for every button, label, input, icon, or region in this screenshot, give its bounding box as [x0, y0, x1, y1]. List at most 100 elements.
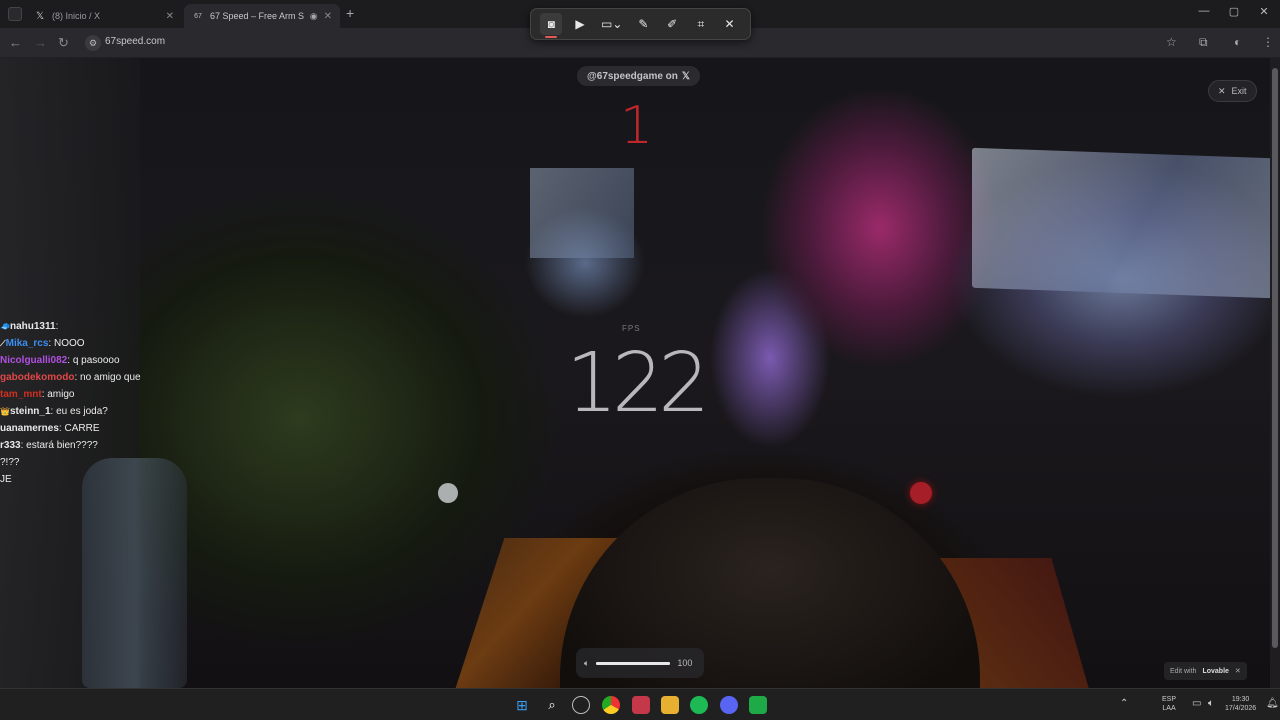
- app-icon[interactable]: [572, 696, 590, 714]
- chat-text: eu es joda?: [56, 406, 108, 417]
- audio-playing-icon[interactable]: ◉: [310, 11, 318, 22]
- date-text: 17/4/2026: [1225, 705, 1257, 712]
- screenshot-icon[interactable]: ◙: [540, 13, 563, 38]
- chat-text: no amigo que: [80, 372, 141, 383]
- video-icon[interactable]: ▶: [569, 13, 591, 35]
- maximize-icon[interactable]: ▢: [1224, 5, 1244, 18]
- file-explorer-icon[interactable]: [661, 696, 679, 714]
- language-text: ESP: [1162, 696, 1177, 703]
- chat-text: amigo: [47, 389, 75, 400]
- chat-message: tam_mnt: amigo: [0, 386, 200, 403]
- spotify-icon[interactable]: [690, 696, 708, 714]
- background-white-light: [438, 483, 458, 503]
- x-logo-icon: 𝕏: [35, 10, 45, 22]
- chat-message: ⟋Mika_rcs: NOOO: [0, 335, 200, 352]
- volume-fill: [596, 661, 671, 665]
- chat-username[interactable]: Mika_rcs: [6, 338, 49, 349]
- back-arrow-icon[interactable]: ←: [9, 35, 22, 50]
- close-window-icon[interactable]: ✕: [1254, 5, 1274, 18]
- volume-icon[interactable]: 🔈︎: [1208, 699, 1214, 709]
- text-extract-icon[interactable]: ⌗: [690, 13, 712, 35]
- close-icon[interactable]: ✕: [1235, 667, 1241, 675]
- menu-icon[interactable]: ⋮: [1262, 35, 1274, 49]
- site-info-icon[interactable]: ⚙: [85, 35, 101, 51]
- store-app-icon[interactable]: [632, 696, 650, 714]
- chat-text: CARRE: [64, 423, 100, 434]
- chat-badge-icon: 👑: [0, 407, 10, 416]
- chevron-up-icon[interactable]: ⌃: [1120, 699, 1128, 709]
- reload-icon[interactable]: ↻: [58, 35, 69, 51]
- chat-text: estará bien????: [26, 440, 98, 451]
- extensions-icon[interactable]: ⧉: [1199, 35, 1208, 50]
- chat-username[interactable]: Nicolgualli082: [0, 355, 67, 366]
- chat-message: 👑steinn_1: eu es joda?: [0, 403, 200, 420]
- tab-label: (8) Inicio / X: [52, 11, 101, 21]
- fps-label: FPS: [622, 324, 641, 333]
- bookmark-star-icon[interactable]: ☆: [1166, 35, 1177, 49]
- page-scrollbar[interactable]: [1270, 58, 1280, 688]
- chat-message: uanamernes: CARRE: [0, 420, 200, 437]
- scrollbar-thumb[interactable]: [1272, 68, 1278, 648]
- background-monitor-right: [972, 147, 1270, 299]
- site-favicon-icon: 67: [194, 12, 202, 20]
- chat-username[interactable]: gabodekomodo: [0, 372, 74, 383]
- notification-bell-icon[interactable]: 🔔︎: [1266, 699, 1279, 709]
- profile-avatar[interactable]: ◐: [1234, 35, 1241, 49]
- chat-text: q pasoooo: [72, 355, 120, 366]
- forward-arrow-icon[interactable]: →: [34, 35, 47, 50]
- url-text: 67speed.com: [105, 36, 166, 47]
- layout-text: LAA: [1162, 705, 1176, 712]
- exit-label: Exit: [1231, 86, 1247, 96]
- new-tab-button[interactable]: +: [346, 5, 354, 21]
- chat-username[interactable]: uanamernes: [0, 423, 59, 434]
- background-bottle: [82, 458, 187, 688]
- speaker-icon[interactable]: 🔈︎: [584, 658, 589, 669]
- chat-username[interactable]: tam_mnt: [0, 389, 42, 400]
- social-handle-link[interactable]: @67speedgame on 𝕏: [577, 66, 700, 86]
- chat-message: gabodekomodo: no amigo que: [0, 369, 200, 386]
- tab-67speed[interactable]: 67 67 Speed – Free Arm Speed ◉ ✕: [184, 4, 340, 28]
- green-app-icon[interactable]: [749, 696, 767, 714]
- close-icon[interactable]: ✕: [719, 13, 741, 35]
- fps-value: 122: [565, 336, 711, 431]
- game-viewport: @67speedgame on 𝕏 ✕ Exit 1 FPS 122 🧢nahu…: [0, 58, 1270, 688]
- chat-message: ?!??: [0, 454, 200, 471]
- background-red-light: [910, 482, 932, 504]
- close-tab-icon[interactable]: ✕: [166, 11, 174, 22]
- volume-slider[interactable]: [596, 661, 671, 665]
- edit-with-lovable-badge[interactable]: Edit with Lovable ✕: [1164, 662, 1247, 680]
- chat-text: ?!??: [0, 457, 20, 468]
- handle-text: @67speedgame on: [587, 70, 678, 82]
- exit-button[interactable]: ✕ Exit: [1208, 80, 1257, 102]
- clock[interactable]: 19:30 17/4/2026: [1225, 695, 1256, 713]
- chat-overlay: 🧢nahu1311: ⟋Mika_rcs: NOOO Nicolgualli082…: [0, 318, 200, 488]
- countdown-number: 1: [620, 96, 653, 156]
- chat-username[interactable]: steinn_1: [10, 406, 51, 417]
- edit-icon[interactable]: ✎: [632, 13, 654, 35]
- close-icon: ✕: [1218, 85, 1226, 96]
- chrome-browser-icon[interactable]: [602, 696, 620, 714]
- snipping-toolbar: ◙ ▶ ▭⌄ ✎ ✐ ⌗ ✕: [530, 8, 751, 40]
- pen-icon[interactable]: ✐: [661, 13, 683, 35]
- taskbar: ⊞ ⌕ ⌃ ESP LAA ▭ 🔈︎ 19:30 17/4/2026 🔔︎: [0, 688, 1280, 720]
- chat-message: Nicolgualli082: q pasoooo: [0, 352, 200, 369]
- background-monitor-left: [530, 168, 634, 258]
- chat-message: JE: [0, 471, 200, 488]
- search-icon[interactable]: ⌕: [543, 696, 561, 714]
- chat-message: 🧢nahu1311:: [0, 318, 200, 335]
- chat-separator: :: [55, 321, 59, 332]
- network-icon[interactable]: ▭: [1192, 699, 1201, 709]
- input-language[interactable]: ESP LAA: [1162, 695, 1176, 713]
- lovable-prefix: Edit with: [1170, 667, 1197, 675]
- lovable-brand: Lovable: [1202, 667, 1229, 675]
- chat-username[interactable]: nahu1311: [10, 321, 56, 332]
- discord-icon[interactable]: [720, 696, 738, 714]
- rectangle-mode-icon[interactable]: ▭⌄: [598, 13, 626, 35]
- volume-control[interactable]: 🔈︎ 100: [576, 648, 704, 678]
- windows-start-icon[interactable]: ⊞: [513, 696, 531, 714]
- minimize-icon[interactable]: —: [1194, 5, 1214, 17]
- chat-username[interactable]: r333: [0, 440, 21, 451]
- close-tab-icon[interactable]: ✕: [324, 11, 332, 22]
- tab-inicio-x[interactable]: 𝕏 (8) Inicio / X ✕: [26, 4, 182, 28]
- tab-list-icon[interactable]: [8, 7, 22, 21]
